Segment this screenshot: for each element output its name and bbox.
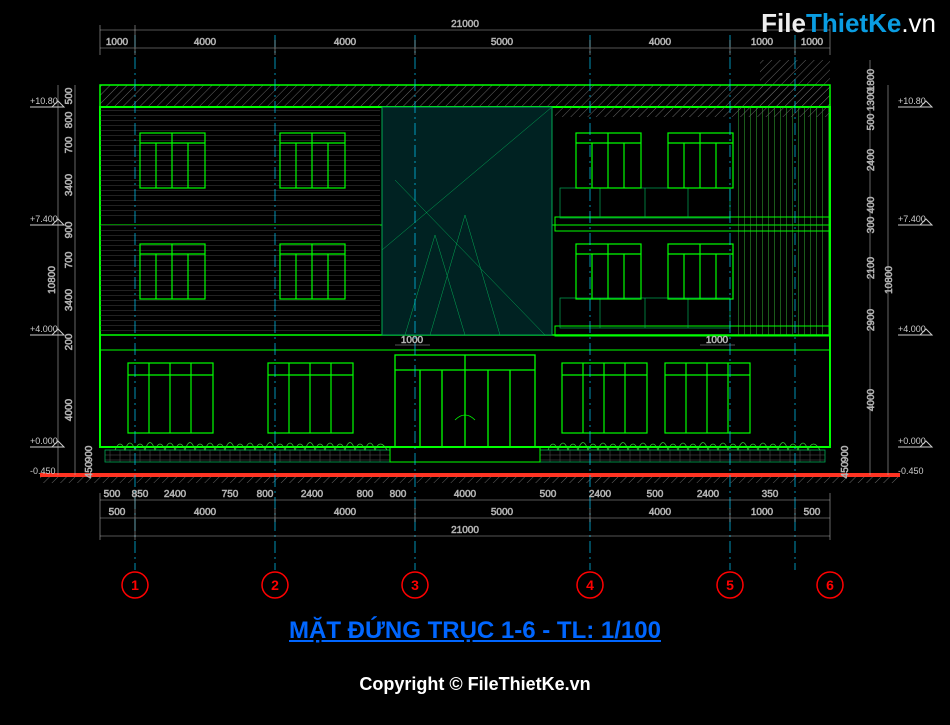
svg-text:800: 800 xyxy=(357,489,374,500)
lvl-2-l: +7.400 xyxy=(30,214,58,224)
svg-text:4000: 4000 xyxy=(649,507,672,518)
dims-right: 10800 1800 1300 500 2400 400 300 2100 29… xyxy=(866,60,895,475)
svg-text:450: 450 xyxy=(84,461,95,478)
svg-text:4000: 4000 xyxy=(334,507,357,518)
svg-text:3400: 3400 xyxy=(64,173,75,196)
grid-3: 3 xyxy=(411,577,419,593)
copyright-text: Copyright © FileThietKe.vn xyxy=(0,674,950,695)
svg-text:4000: 4000 xyxy=(194,507,217,518)
drawing-title: MẶT ĐỨNG TRỤC 1-6 - TL: 1/100 xyxy=(0,617,950,645)
svg-text:900: 900 xyxy=(84,445,95,462)
svg-text:750: 750 xyxy=(222,489,239,500)
svg-text:1300: 1300 xyxy=(866,88,877,111)
lvl-top-r: +10.80 xyxy=(898,96,926,106)
svg-text:2400: 2400 xyxy=(697,489,720,500)
svg-text:700: 700 xyxy=(64,136,75,153)
grid-1: 1 xyxy=(131,577,139,593)
building-elevation xyxy=(40,60,900,483)
svg-text:1000: 1000 xyxy=(706,335,729,346)
svg-text:700: 700 xyxy=(64,251,75,268)
windows-gf xyxy=(128,363,750,433)
svg-text:500: 500 xyxy=(64,87,75,104)
svg-text:300: 300 xyxy=(866,216,877,233)
svg-text:1000: 1000 xyxy=(751,507,774,518)
svg-text:1000: 1000 xyxy=(106,37,129,48)
svg-text:2400: 2400 xyxy=(301,489,324,500)
svg-text:800: 800 xyxy=(64,111,75,128)
svg-text:4000: 4000 xyxy=(194,37,217,48)
svg-text:1000: 1000 xyxy=(401,335,424,346)
svg-text:500: 500 xyxy=(540,489,557,500)
lvl-top-l: +10.80 xyxy=(30,96,58,106)
watermark-logo: FileThietKe.vn xyxy=(761,8,936,39)
svg-text:5000: 5000 xyxy=(491,507,514,518)
grid-bubbles: 1 2 3 4 5 6 xyxy=(122,572,843,598)
svg-text:500: 500 xyxy=(647,489,664,500)
lvl-1-r: +4.000 xyxy=(898,324,926,334)
lvl-b-l: -0.450 xyxy=(30,466,56,476)
wm-2: ThietKe xyxy=(806,8,901,38)
lvl-0-r: +0.000 xyxy=(898,436,926,446)
dims-left: 10800 500 800 700 3400 900 700 3400 200 … xyxy=(47,85,75,475)
svg-text:800: 800 xyxy=(390,489,407,500)
dims-bottom: 21000 500 4000 4000 5000 4000 1000 500 5… xyxy=(100,489,830,540)
svg-text:5000: 5000 xyxy=(491,37,514,48)
svg-text:3400: 3400 xyxy=(64,288,75,311)
entrance-door xyxy=(395,355,535,447)
svg-text:2900: 2900 xyxy=(866,308,877,331)
svg-text:400: 400 xyxy=(866,196,877,213)
svg-text:500: 500 xyxy=(804,507,821,518)
svg-text:4000: 4000 xyxy=(866,388,877,411)
dim-overall-left: 10800 xyxy=(47,266,58,294)
lvl-b-r: -0.450 xyxy=(898,466,924,476)
lvl-0-l: +0.000 xyxy=(30,436,58,446)
svg-text:4000: 4000 xyxy=(334,37,357,48)
svg-text:900: 900 xyxy=(64,221,75,238)
svg-text:2400: 2400 xyxy=(164,489,187,500)
svg-text:200: 200 xyxy=(64,333,75,350)
lvl-1-l: +4.000 xyxy=(30,324,58,334)
grid-5: 5 xyxy=(726,577,734,593)
grid-4: 4 xyxy=(586,577,594,593)
svg-text:4000: 4000 xyxy=(454,489,477,500)
svg-text:2400: 2400 xyxy=(866,148,877,171)
svg-text:500: 500 xyxy=(104,489,121,500)
svg-text:800: 800 xyxy=(257,489,274,500)
svg-text:2400: 2400 xyxy=(589,489,612,500)
dim-overall-bottom: 21000 xyxy=(451,525,479,536)
svg-text:900: 900 xyxy=(840,445,851,462)
wm-3: .vn xyxy=(901,8,936,38)
grid-6: 6 xyxy=(826,577,834,593)
lvl-2-r: +7.400 xyxy=(898,214,926,224)
svg-text:2100: 2100 xyxy=(866,256,877,279)
svg-text:500: 500 xyxy=(866,113,877,130)
dim-overall-right: 10800 xyxy=(884,266,895,294)
svg-text:1800: 1800 xyxy=(866,68,877,91)
wm-1: File xyxy=(761,8,806,38)
grid-2: 2 xyxy=(271,577,279,593)
svg-text:350: 350 xyxy=(762,489,779,500)
svg-text:450: 450 xyxy=(840,461,851,478)
svg-text:4000: 4000 xyxy=(649,37,672,48)
svg-text:4000: 4000 xyxy=(64,398,75,421)
svg-text:850: 850 xyxy=(132,489,149,500)
svg-text:500: 500 xyxy=(109,507,126,518)
dims-top: 21000 1000 4000 4000 5000 4000 1000 1000 xyxy=(100,19,830,55)
dim-overall-top: 21000 xyxy=(451,19,479,30)
